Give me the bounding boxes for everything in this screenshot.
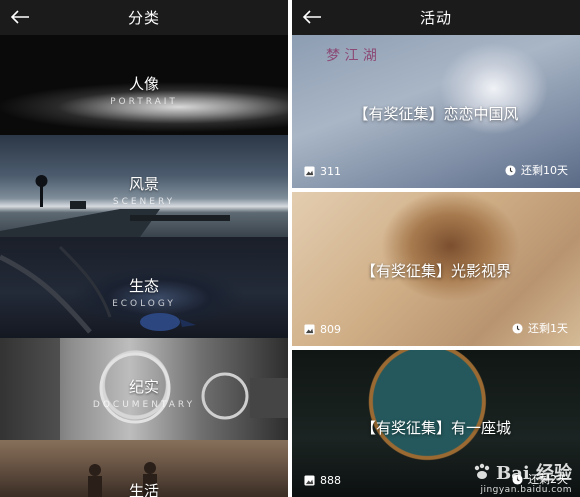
calligraphy-text: 梦 江 湖 — [326, 48, 377, 64]
category-header: 分类 — [0, 0, 288, 35]
back-button[interactable] — [298, 3, 326, 31]
category-subtitle: DOCUMENTARY — [92, 400, 196, 410]
time-remaining-value: 还剩1天 — [528, 322, 568, 335]
clock-icon — [505, 164, 516, 176]
clock-icon — [512, 322, 523, 334]
back-arrow-icon — [10, 10, 29, 24]
photo-count: 888 — [304, 474, 341, 487]
back-button[interactable] — [6, 3, 34, 31]
category-subtitle: PORTRAIT — [110, 97, 178, 107]
activity-header: 活动 — [292, 0, 580, 35]
activity-panel: 活动 梦 江 湖 【有奖征集】恋恋中国风 311 还剩10天 【有奖征集】光影视… — [292, 0, 580, 497]
time-remaining: 还剩1天 — [512, 320, 568, 336]
photo-count-value: 311 — [320, 165, 341, 178]
watermark: Bai 经验 jingyan.baidu.com — [472, 459, 572, 495]
page-title: 活动 — [419, 9, 452, 27]
photos-icon — [304, 166, 315, 177]
category-subtitle: SCENERY — [112, 197, 176, 207]
category-subtitle: ECOLOGY — [112, 299, 176, 309]
back-arrow-icon — [302, 10, 321, 24]
watermark-brand-text: Bai 经验 — [496, 463, 572, 484]
category-portrait[interactable]: 人像 PORTRAIT — [0, 35, 288, 135]
photos-icon — [304, 475, 315, 486]
activity-card[interactable]: 梦 江 湖 【有奖征集】恋恋中国风 311 还剩10天 — [292, 35, 580, 188]
category-ecology[interactable]: 生态 ECOLOGY — [0, 237, 288, 338]
paw-icon — [474, 463, 490, 479]
photos-icon — [304, 324, 315, 335]
watermark-url: jingyan.baidu.com — [480, 485, 572, 495]
category-name: 风景 — [128, 175, 159, 193]
category-scenery[interactable]: 风景 SCENERY — [0, 135, 288, 237]
activity-card[interactable]: 【有奖征集】光影视界 809 还剩1天 — [292, 192, 580, 346]
category-life[interactable]: 生活 — [0, 440, 288, 497]
category-name: 人像 — [128, 75, 159, 93]
category-name: 纪实 — [128, 378, 159, 396]
category-panel: 分类 人像 PORTRAIT 风景 SCENERY 生态 ECOLOGY 纪实 … — [0, 0, 288, 497]
page-title: 分类 — [127, 9, 160, 27]
photo-count: 809 — [304, 323, 341, 336]
photo-count: 311 — [304, 165, 341, 178]
photo-count-value: 888 — [320, 474, 341, 487]
category-name: 生态 — [128, 277, 159, 295]
watermark-brand: Bai 经验 — [472, 459, 572, 485]
time-remaining: 还剩10天 — [505, 162, 568, 178]
category-documentary[interactable]: 纪实 DOCUMENTARY — [0, 338, 288, 440]
photo-count-value: 809 — [320, 323, 341, 336]
activity-title: 【有奖征集】光影视界 — [360, 262, 511, 280]
activity-title: 【有奖征集】恋恋中国风 — [353, 105, 519, 123]
category-name: 生活 — [128, 482, 159, 497]
activity-title: 【有奖征集】有一座城 — [360, 419, 511, 437]
time-remaining-value: 还剩10天 — [521, 164, 568, 177]
